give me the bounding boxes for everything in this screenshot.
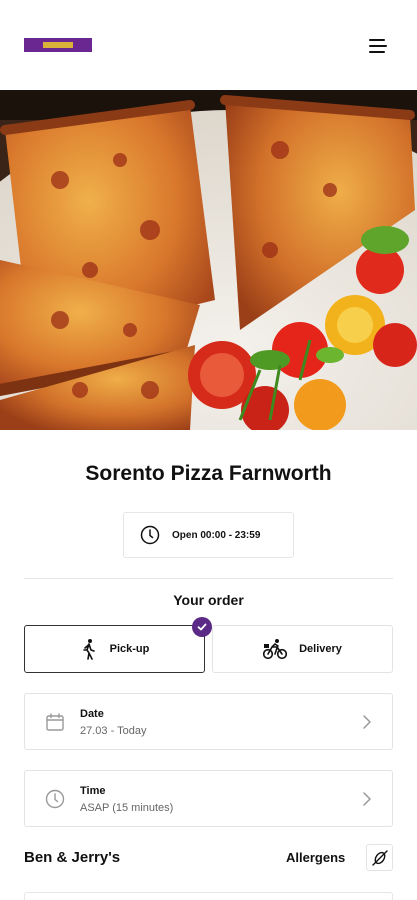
divider [24, 578, 393, 579]
date-value: 27.03 - Today [80, 725, 147, 737]
delivery-label: Delivery [299, 643, 342, 655]
allergens-label: Allergens [286, 850, 346, 865]
clock-icon [45, 789, 65, 809]
clock-icon [140, 525, 160, 545]
chevron-right-icon [363, 792, 371, 806]
pickup-label: Pick-up [109, 643, 150, 655]
time-selector[interactable]: Time ASAP (15 minutes) [24, 770, 393, 827]
time-value: ASAP (15 minutes) [80, 802, 174, 814]
pizza-photo [0, 90, 417, 430]
calendar-icon [46, 713, 64, 731]
hamburger-menu-icon[interactable] [366, 36, 390, 56]
menu-item-card[interactable] [24, 892, 393, 900]
allergen-no-nuts-icon [371, 849, 388, 866]
hero-pizza-image [0, 90, 417, 430]
allergens-button[interactable] [366, 844, 393, 871]
date-selector[interactable]: Date 27.03 - Today [24, 693, 393, 750]
delivery-option[interactable]: Delivery [212, 625, 393, 673]
time-text: Time ASAP (15 minutes) [80, 785, 173, 814]
menu-category-title: Ben & Jerry's [24, 849, 121, 866]
order-section-title: Your order [173, 592, 244, 608]
walking-person-icon [82, 639, 95, 660]
logo-mark [43, 42, 73, 48]
delivery-bike-icon [263, 639, 288, 660]
date-label: Date [80, 708, 104, 720]
top-bar [0, 0, 417, 90]
opening-hours-text: Open 00:00 - 23:59 [172, 529, 261, 541]
opening-hours: Open 00:00 - 23:59 [123, 512, 294, 558]
date-text: Date 27.03 - Today [80, 708, 146, 737]
chevron-right-icon [363, 715, 371, 729]
pickup-option[interactable]: Pick-up [24, 617, 212, 673]
selected-check-icon [192, 617, 212, 637]
time-label: Time [80, 785, 106, 797]
brand-logo[interactable] [24, 38, 92, 52]
store-name: Sorento Pizza Farnworth [85, 462, 332, 485]
